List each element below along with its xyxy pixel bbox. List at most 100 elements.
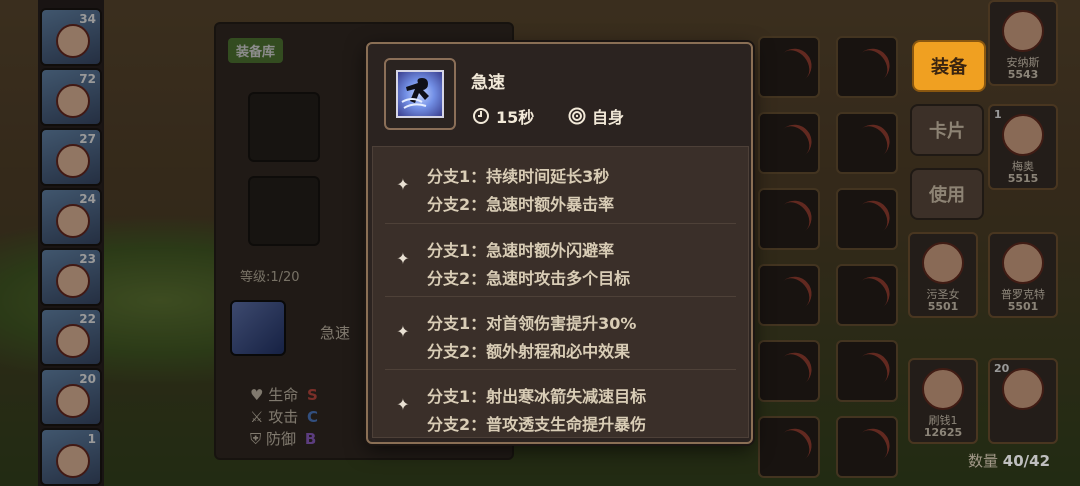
hero-portrait [1002, 114, 1044, 156]
sparkle-icon: ✦ [396, 249, 410, 268]
hero-card[interactable]: 1 梅奥 5515 [988, 104, 1058, 190]
hero-portrait [56, 444, 90, 478]
skill-duration: 15秒 [472, 104, 534, 128]
accessory-slot[interactable] [248, 176, 320, 246]
stat-row-attack: ⚔ 攻击 C [250, 406, 318, 427]
equipment-library-tag[interactable]: 装备库 [228, 38, 284, 63]
bow-inventory-grid [754, 30, 904, 486]
branch-option: ✦ 分支1：持续时间延长3秒 分支2：急速时额外暴击率 [373, 149, 750, 221]
branch-line-2: 分支2：急速时额外暴击率 [427, 195, 615, 214]
skill-target: 自身 [568, 104, 624, 128]
haste-skill-icon-art [396, 70, 444, 118]
branch-list: ✦ 分支1：持续时间延长3秒 分支2：急速时额外暴击率 ✦ 分支1：急速时额外闪… [372, 146, 749, 438]
roster-hero-slot[interactable]: 34 [40, 8, 102, 66]
branch-line-1: 分支1：射出寒冰箭失减速目标 [427, 387, 647, 406]
bow-item-cell[interactable] [836, 36, 898, 98]
hero-card-power: 12625 [923, 426, 963, 439]
sword-icon: ⚔ [250, 408, 264, 426]
bow-item-cell[interactable] [836, 112, 898, 174]
branch-option: ✦ 分支1：对首领伤害提升30% 分支2：额外射程和必中效果 [373, 296, 750, 368]
stat-label: 防御 [266, 430, 297, 448]
bow-item-cell[interactable] [758, 264, 820, 326]
bow-item-cell[interactable] [758, 188, 820, 250]
hero-card-level: 1 [994, 108, 1002, 121]
bow-item-cell[interactable] [836, 188, 898, 250]
hero-card-level: 20 [994, 362, 1010, 375]
bow-item-cell[interactable] [758, 36, 820, 98]
use-button[interactable]: 使用 [910, 168, 984, 220]
stat-row-hp: ♥ 生命 S [250, 384, 318, 405]
branch-line-2: 分支2：额外射程和必中效果 [427, 342, 631, 361]
branch-line-2: 分支2：急速时攻击多个目标 [427, 269, 631, 288]
skill-name-label: 急速 [320, 324, 351, 342]
stat-label: 生命 [268, 386, 299, 404]
bow-item-cell[interactable] [758, 112, 820, 174]
sparkle-icon: ✦ [396, 395, 410, 414]
branch-line-1: 分支1：对首领伤害提升30% [427, 314, 637, 333]
hero-roster: 34 72 27 24 23 22 20 1 [38, 0, 104, 486]
roster-hero-slot[interactable]: 20 [40, 368, 102, 426]
hero-portrait [56, 144, 90, 178]
roster-hero-slot[interactable]: 24 [40, 188, 102, 246]
equip-button[interactable]: 装备 [912, 40, 986, 92]
hero-card[interactable]: 安纳斯 5543 [988, 0, 1058, 86]
hero-card[interactable]: 20 [988, 358, 1058, 444]
sparkle-icon: ✦ [396, 322, 410, 341]
bow-item-cell[interactable] [836, 416, 898, 478]
hero-level: 27 [79, 132, 96, 146]
stat-label: 攻击 [268, 408, 299, 426]
branch-line-2: 分支2：普攻透支生命提升暴伤 [427, 415, 647, 434]
bow-item-cell[interactable] [836, 264, 898, 326]
hero-portrait [56, 84, 90, 118]
skill-title: 急速 [471, 73, 505, 93]
equipment-level-label: 等级:1/20 [240, 270, 300, 285]
hero-portrait [1002, 10, 1044, 52]
hero-portrait [1002, 242, 1044, 284]
skill-target-value: 自身 [592, 108, 625, 127]
hero-level: 1 [87, 432, 96, 446]
haste-skill-icon [384, 58, 456, 130]
bow-item-cell[interactable] [758, 416, 820, 478]
hero-card[interactable]: 普罗克特 5501 [988, 232, 1058, 318]
roster-hero-slot[interactable]: 27 [40, 128, 102, 186]
hero-card[interactable]: 污圣女 5501 [908, 232, 978, 318]
hero-card-power: 5543 [1007, 68, 1039, 81]
hero-portrait [56, 324, 90, 358]
hero-level: 23 [79, 252, 96, 266]
stat-grade: S [307, 386, 318, 404]
branch-option: ✦ 分支1：射出寒冰箭失减速目标 分支2：普攻透支生命提升暴伤 [373, 369, 750, 441]
branch-line-1: 分支1：急速时额外闪避率 [427, 241, 615, 260]
hero-level: 20 [79, 372, 96, 386]
hero-level: 22 [79, 312, 96, 326]
stat-grade: B [304, 430, 317, 448]
inventory-count: 数量 40/42 [968, 450, 1050, 471]
skill-icon-small[interactable] [230, 300, 286, 356]
bow-item-cell[interactable] [836, 340, 898, 402]
roster-hero-slot[interactable]: 23 [40, 248, 102, 306]
heart-icon: ♥ [250, 386, 264, 404]
hero-level: 24 [79, 192, 96, 206]
roster-hero-slot[interactable]: 22 [40, 308, 102, 366]
inventory-count-value: 40/42 [1002, 452, 1051, 470]
hero-level: 34 [79, 12, 96, 26]
roster-hero-slot[interactable]: 1 [40, 428, 102, 486]
card-button[interactable]: 卡片 [910, 104, 984, 156]
stat-row-defense: ⛨ 防御 B [250, 428, 316, 449]
clock-icon [473, 108, 489, 124]
shield-icon: ⛨ [250, 430, 262, 448]
hero-card[interactable]: 刷钱1 12625 [908, 358, 978, 444]
sparkle-icon: ✦ [396, 175, 410, 194]
inventory-count-label: 数量 [968, 452, 999, 470]
tooltip-header: 急速 15秒 自身 [382, 58, 739, 136]
stat-grade: C [307, 408, 319, 426]
branch-option: ✦ 分支1：急速时额外闪避率 分支2：急速时攻击多个目标 [373, 223, 750, 295]
hero-card-power: 5501 [1007, 300, 1039, 313]
roster-hero-slot[interactable]: 72 [40, 68, 102, 126]
hero-portrait [56, 264, 90, 298]
weapon-slot[interactable] [248, 92, 320, 162]
target-icon [568, 107, 586, 125]
hero-portrait [56, 204, 90, 238]
skill-duration-value: 15秒 [496, 108, 535, 127]
bow-item-cell[interactable] [758, 340, 820, 402]
branch-line-1: 分支1：持续时间延长3秒 [427, 167, 610, 186]
